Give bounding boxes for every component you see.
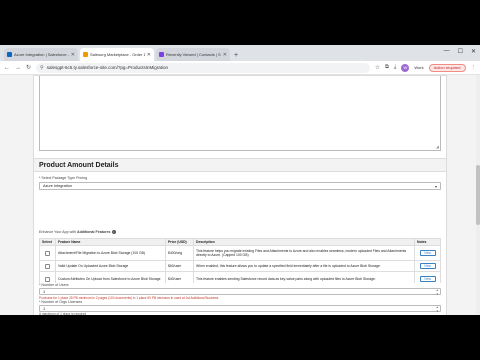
view-button[interactable]: View — [419, 250, 436, 256]
profile-avatar[interactable]: W — [401, 63, 410, 72]
lower-fields: * Number of Users 1 ▴ ▾ Purchase for 1 place… — [34, 283, 446, 316]
users-label: * Number of Users — [39, 283, 69, 287]
action-required-button[interactable]: Action required — [428, 63, 466, 72]
minimize-icon[interactable]: — — [444, 48, 450, 55]
notes-textarea[interactable]: ◢ — [39, 76, 441, 151]
orgs-label: * Number of Orgs Licenses — [39, 300, 83, 304]
section-header: Product Amount Details — [34, 158, 446, 172]
scrollbar-thumb[interactable] — [476, 165, 480, 225]
table-header-row: Select Feature Name Price (USD) Descript… — [39, 238, 441, 246]
browser-window: Azure Integration | Salesforce - Sl... ✕… — [0, 45, 480, 315]
new-tab-button[interactable]: + — [234, 52, 238, 59]
stepper-arrows-icon[interactable]: ▴ ▾ — [436, 288, 438, 296]
tab-azure-integration[interactable]: Azure Integration | Salesforce - Sl... ✕ — [4, 48, 78, 61]
tab-label: Recently Viewed | Contacts | Sales... — [166, 52, 221, 57]
select-checkbox[interactable] — [45, 250, 50, 256]
url-text: salesgpt-6c5.ty.salesforce-site.com/?pg=… — [46, 65, 169, 70]
feature-description: When enabled, this feature allows you to… — [193, 260, 415, 272]
table-row: Valid Update On Uploaded Azure Blob Stor… — [39, 260, 441, 272]
site-info-icon[interactable]: ⚲ — [40, 65, 44, 71]
view-button[interactable]: View — [419, 276, 436, 282]
package-type-label: * Select Package Type Pricing — [39, 176, 88, 180]
salesforce-favicon-icon — [159, 52, 164, 57]
tab-label: Azure Integration | Salesforce - Sl... — [14, 52, 69, 57]
table-row: Attachment/File Migration to Azure Blob … — [39, 245, 441, 261]
info-icon[interactable]: i — [111, 230, 116, 235]
column-header: Feature Name — [55, 238, 166, 246]
package-type-select[interactable]: Azure Integration ▾ — [39, 182, 441, 190]
bookmark-star-icon[interactable]: ☆ — [375, 65, 380, 71]
downloads-icon[interactable]: ⤓ — [394, 64, 396, 71]
profile-name[interactable]: Work — [414, 65, 423, 70]
feature-price: $60/user — [165, 260, 194, 272]
marketplace-favicon-icon — [83, 52, 88, 57]
back-icon[interactable]: ← — [4, 65, 10, 71]
tab-label: Salesorg Marketplace - Order Detai... — [90, 52, 145, 57]
feature-name: Attachment/File Migration to Azure Blob … — [55, 245, 166, 261]
maximize-icon[interactable]: ☐ — [458, 48, 463, 55]
tab-salesorg-marketplace[interactable]: Salesorg Marketplace - Order Detai... ✕ — [80, 48, 154, 61]
view-button[interactable]: View — [419, 263, 436, 269]
menu-kebab-icon[interactable]: ⋮ — [471, 65, 477, 71]
feature-price: $400/orig — [165, 245, 194, 261]
browser-toolbar: ← → ↻ ⚲ salesgpt-6c5.ty.salesforce-site.… — [0, 61, 480, 75]
resize-handle-icon[interactable]: ◢ — [436, 144, 439, 149]
column-header: Description — [193, 238, 415, 246]
orgs-input[interactable]: 1 ▴ ▾ — [39, 305, 441, 312]
salesforce-favicon-icon — [7, 52, 12, 57]
users-input[interactable]: 1 ▴ ▾ — [39, 288, 441, 295]
toolbar-icons: ☆ ⧉ ⤓ W Work Action required ⋮ — [375, 63, 477, 72]
section-title: Product Amount Details — [39, 161, 119, 169]
column-header: Select — [39, 238, 56, 246]
feature-description: This feature helps you migrate existing … — [193, 245, 415, 261]
close-window-icon[interactable]: ✕ — [471, 48, 476, 55]
chevron-down-icon: ▾ — [434, 183, 437, 189]
orgs-note: A maximum of 1 place is required — [39, 312, 87, 316]
package-type-value: Azure Integration — [43, 184, 72, 188]
column-header: Notes — [414, 238, 441, 246]
stepper-arrows-icon[interactable]: ▴ ▾ — [436, 305, 438, 313]
feature-name: Valid Update On Uploaded Azure Blob Stor… — [55, 260, 166, 272]
addons-heading: Enhance Your App with Additional Feature… — [39, 230, 116, 235]
reload-icon[interactable]: ↻ — [26, 64, 31, 71]
forward-icon[interactable]: → — [15, 65, 21, 71]
close-tab-icon[interactable]: ✕ — [71, 52, 75, 58]
tab-recently-viewed-contacts[interactable]: Recently Viewed | Contacts | Sales... ✕ — [156, 48, 230, 61]
page-scrollbar[interactable] — [476, 75, 480, 315]
form-card: ◢ Product Amount Details * Select Packag… — [33, 75, 447, 315]
close-tab-icon[interactable]: ✕ — [223, 52, 227, 58]
extensions-icon[interactable]: ⧉ — [385, 64, 389, 71]
close-tab-icon[interactable]: ✕ — [147, 52, 151, 58]
users-input-value: 1 — [43, 289, 46, 294]
tab-strip: Azure Integration | Salesforce - Sl... ✕… — [0, 45, 480, 61]
orgs-input-value: 1 — [43, 306, 46, 311]
select-checkbox[interactable] — [45, 276, 50, 282]
window-controls: — ☐ ✕ — [444, 48, 476, 55]
page-content: ◢ Product Amount Details * Select Packag… — [0, 75, 480, 315]
select-checkbox[interactable] — [45, 263, 50, 269]
column-header: Price (USD) — [165, 238, 194, 246]
address-bar[interactable]: ⚲ salesgpt-6c5.ty.salesforce-site.com/?p… — [36, 62, 371, 73]
